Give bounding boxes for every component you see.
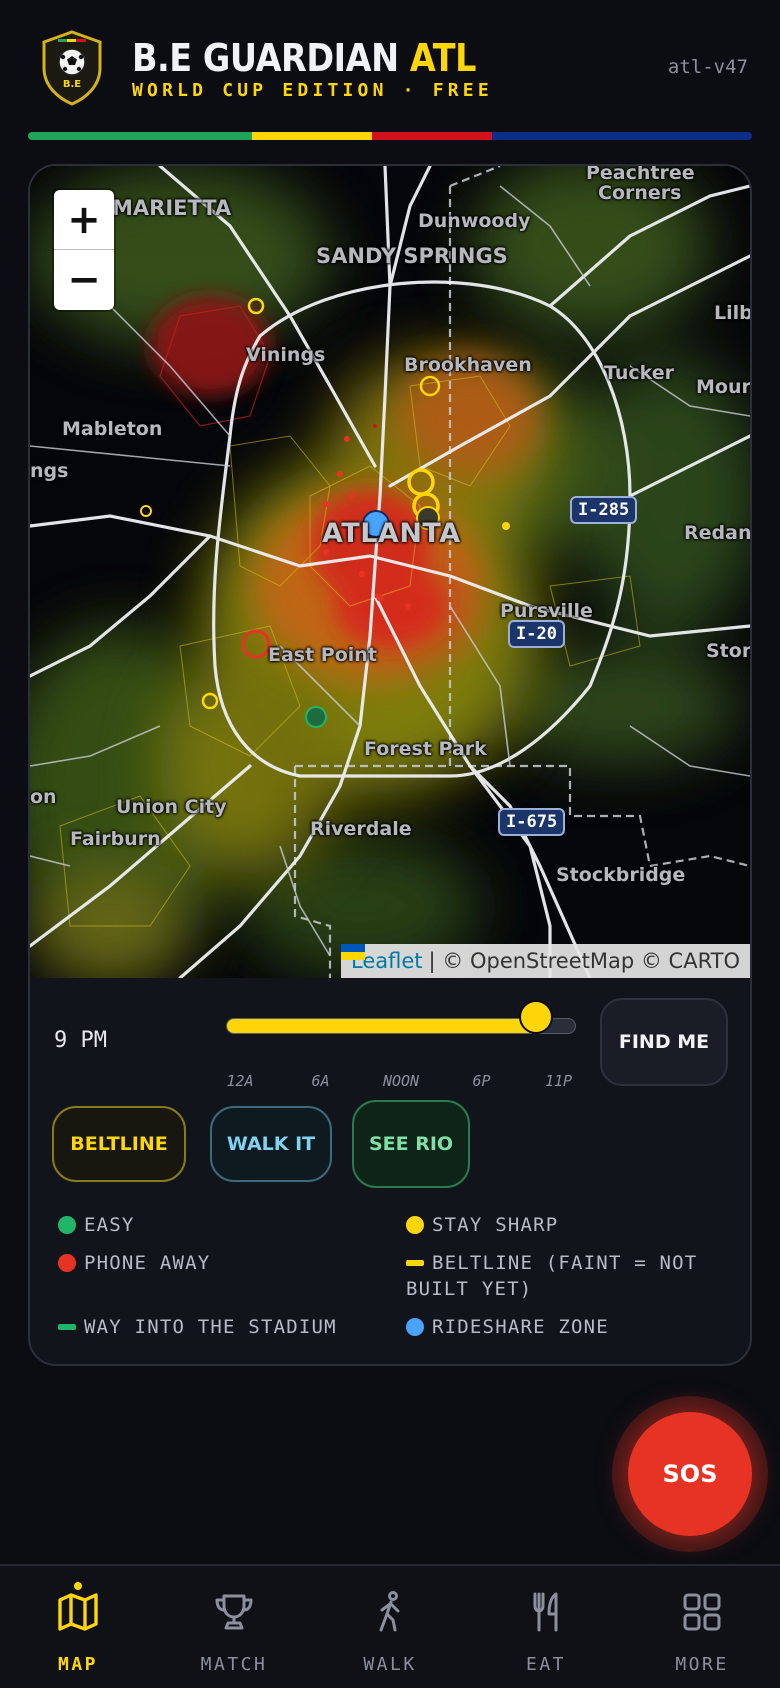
legend-beltline: BELTLINE (FAINT = NOT BUILT YET) <box>406 1250 726 1302</box>
map-card: MARIETTA Dunwoody Peachtree Corners SAND… <box>28 164 752 1366</box>
easy-dot-icon <box>58 1216 76 1234</box>
find-me-button[interactable]: FIND ME <box>600 998 728 1086</box>
legend-phone-away: PHONE AWAY <box>58 1250 358 1276</box>
legend-rideshare: RIDESHARE ZONE <box>406 1314 736 1340</box>
zoom-out-button[interactable]: − <box>54 250 114 310</box>
slider-thumb[interactable] <box>520 1002 551 1032</box>
highway-shield-i675: I-675 <box>498 808 566 836</box>
ukraine-flag-icon <box>341 944 366 960</box>
phone-away-dot-icon <box>58 1254 76 1272</box>
stay-sharp-dot-icon <box>406 1216 424 1234</box>
map-label-ston: Ston <box>706 640 750 662</box>
map-label-pursville: Pursville <box>500 600 593 622</box>
see-rio-button[interactable]: SEE RIO <box>352 1100 470 1188</box>
tick-label: 6A <box>311 1072 330 1090</box>
stripe-red <box>372 132 492 140</box>
map-attribution: Leaflet | © OpenStreetMap © CARTO <box>341 944 750 978</box>
stripe-blue <box>492 132 752 140</box>
nav-item-more[interactable]: MORE <box>624 1566 780 1688</box>
app-subtitle: WORLD CUP EDITION · FREE <box>132 80 493 101</box>
shield-logo-icon: B.E <box>42 30 102 106</box>
legend-stadium: WAY INTO THE STADIUM <box>58 1314 398 1340</box>
legend-easy: EASY <box>58 1212 358 1238</box>
map-label-atlanta: ATLANTA <box>322 518 461 549</box>
legend-label: EASY <box>84 1214 135 1236</box>
slider-ticks: 12A 6A NOON 6P 11P <box>226 1072 576 1092</box>
nav-item-match[interactable]: MATCH <box>156 1566 312 1688</box>
heat-map[interactable]: MARIETTA Dunwoody Peachtree Corners SAND… <box>30 166 750 978</box>
zoom-in-button[interactable]: + <box>54 190 114 250</box>
map-label-forest-park: Forest Park <box>364 738 487 760</box>
map-label-stockbridge: Stockbridge <box>556 864 686 886</box>
version-label: atl-v47 <box>667 56 748 78</box>
grid-icon <box>683 1593 721 1631</box>
map-label-on: on <box>30 786 57 808</box>
trophy-icon <box>215 1594 253 1630</box>
nav-item-walk[interactable]: WALK <box>312 1566 468 1688</box>
nav-item-eat[interactable]: EAT <box>468 1566 624 1688</box>
time-label: 9 PM <box>54 1028 107 1053</box>
highway-shield-i20: I-20 <box>508 620 565 648</box>
bottom-nav: MAP MATCH WALK EAT MORE <box>0 1564 780 1688</box>
map-label-tucker: Tucker <box>604 362 675 384</box>
map-label-vinings: Vinings <box>246 344 326 366</box>
app-title: B.E GUARDIAN ATL <box>132 36 476 80</box>
map-label-brookhaven: Brookhaven <box>404 354 532 376</box>
map-label-dunwoody: Dunwoody <box>418 210 531 232</box>
legend-label: PHONE AWAY <box>84 1252 211 1274</box>
nav-label: MAP <box>57 1654 98 1675</box>
map-icon <box>58 1593 98 1631</box>
walking-person-icon <box>379 1591 400 1632</box>
nav-item-map[interactable]: MAP <box>0 1566 156 1688</box>
attribution-text: | © OpenStreetMap © CARTO <box>428 949 740 973</box>
map-label-union-city: Union City <box>116 796 227 818</box>
title-accent: ATL <box>409 36 477 80</box>
map-label-redan: Redan <box>684 522 750 544</box>
legend-label: STAY SHARP <box>432 1214 559 1236</box>
map-canvas[interactable] <box>30 166 750 978</box>
map-label-east-point: East Point <box>268 644 377 666</box>
tick-label: 6P <box>472 1072 491 1090</box>
walk-it-button[interactable]: WALK IT <box>210 1106 332 1182</box>
map-label-lilb: Lilb <box>714 302 750 324</box>
legend-label: RIDESHARE ZONE <box>432 1316 609 1338</box>
map-label-corners: Corners <box>598 182 682 204</box>
slider-fill <box>227 1019 535 1033</box>
svg-text:B.E: B.E <box>63 79 81 90</box>
highway-shield-i285: I-285 <box>570 496 638 524</box>
tick-label: 12A <box>226 1072 254 1090</box>
tick-label: NOON <box>382 1072 420 1090</box>
map-label-fairburn: Fairburn <box>70 828 161 850</box>
legend-label: BELTLINE (FAINT = NOT BUILT YET) <box>406 1252 698 1300</box>
map-label-mableton: Mableton <box>62 418 163 440</box>
stadium-bar-icon <box>58 1324 76 1330</box>
map-label-sandy-springs: SANDY SPRINGS <box>316 244 508 268</box>
title-main: B.E GUARDIAN <box>132 36 399 80</box>
active-indicator <box>74 1582 82 1590</box>
tick-label: 11P <box>544 1072 573 1090</box>
zoom-control: + − <box>54 190 114 310</box>
stripe-yellow <box>252 132 372 140</box>
stripe-green <box>28 132 252 140</box>
nav-label: MORE <box>675 1654 729 1675</box>
map-label-marietta: MARIETTA <box>112 196 232 220</box>
legend-stay-sharp: STAY SHARP <box>406 1212 736 1238</box>
map-label-riverdale: Riverdale <box>310 818 412 840</box>
flag-stripe <box>28 132 752 140</box>
beltline-bar-icon <box>406 1260 424 1266</box>
nav-label: WALK <box>363 1654 417 1675</box>
map-label-mour: Mour <box>696 376 750 398</box>
fork-knife-icon <box>533 1592 558 1632</box>
legend-label: WAY INTO THE STADIUM <box>84 1316 337 1338</box>
nav-label: EAT <box>525 1654 566 1675</box>
sos-button[interactable]: SOS <box>628 1412 752 1536</box>
app-header: B.E B.E GUARDIAN ATL WORLD CUP EDITION ·… <box>0 0 780 140</box>
rideshare-dot-icon <box>406 1318 424 1336</box>
map-label-ngs: ngs <box>30 460 69 482</box>
beltline-button[interactable]: BELTLINE <box>52 1106 186 1182</box>
nav-label: MATCH <box>200 1654 268 1675</box>
